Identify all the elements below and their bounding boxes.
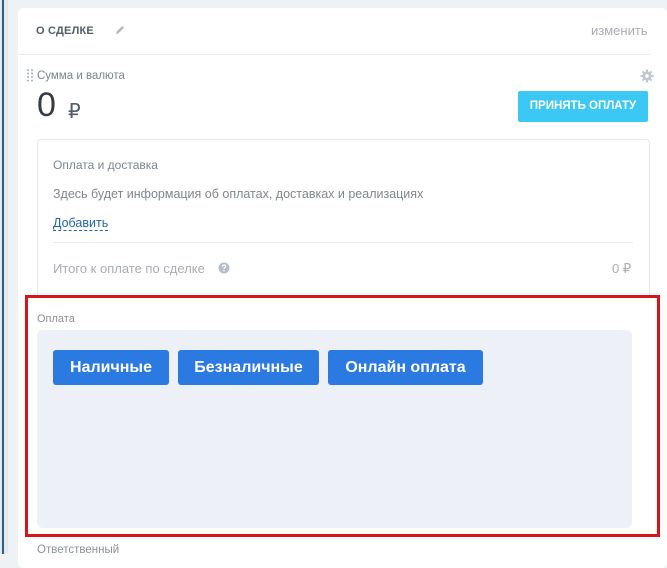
drag-handle-icon[interactable] bbox=[26, 68, 34, 82]
gear-icon[interactable] bbox=[640, 69, 654, 83]
cash-button[interactable]: Наличные bbox=[53, 350, 169, 385]
left-edge-strip bbox=[0, 0, 8, 554]
responsible-label: Ответственный bbox=[37, 544, 120, 556]
payment-delivery-title: Оплата и доставка bbox=[53, 158, 158, 172]
accept-payment-button[interactable]: ПРИНЯТЬ ОПЛАТУ bbox=[518, 91, 648, 122]
payment-delivery-block: Оплата и доставка Здесь будет информация… bbox=[37, 139, 650, 301]
total-label: Итого к оплате по сделке bbox=[53, 261, 205, 276]
divider bbox=[53, 242, 633, 243]
card-title: О СДЕЛКЕ bbox=[36, 25, 94, 37]
online-payment-button[interactable]: Онлайн оплата bbox=[328, 350, 483, 385]
pencil-icon[interactable] bbox=[114, 24, 126, 36]
card-header: О СДЕЛКЕ изменить bbox=[18, 8, 650, 55]
cashless-button[interactable]: Безналичные bbox=[178, 350, 319, 385]
total-value: 0 ₽ bbox=[612, 261, 632, 276]
left-edge-line bbox=[2, 0, 4, 554]
add-link[interactable]: Добавить bbox=[53, 216, 109, 231]
edit-link[interactable]: изменить bbox=[591, 23, 648, 38]
payment-delivery-info: Здесь будет информация об оплатах, доста… bbox=[53, 187, 424, 201]
currency-symbol: ₽ bbox=[68, 101, 81, 123]
amount-value: 0 bbox=[37, 86, 56, 124]
amount-field-label: Сумма и валюта bbox=[37, 70, 125, 82]
question-circle-icon[interactable] bbox=[218, 262, 230, 274]
payment-label: Оплата bbox=[37, 313, 75, 325]
